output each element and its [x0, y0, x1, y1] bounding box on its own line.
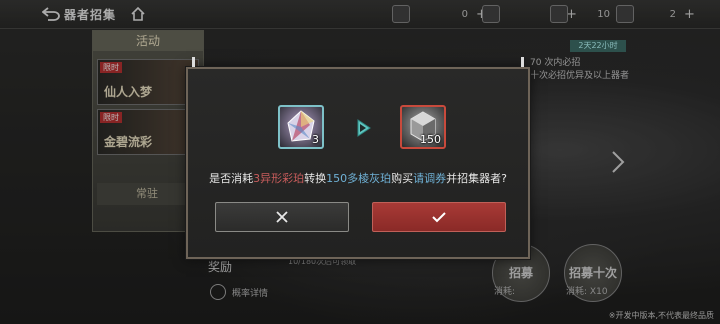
- exchange-message: 是否消耗3异形彩珀转换150多棱灰珀购买请调券并招集器者?: [188, 170, 528, 186]
- msg-source-amount: 3异形彩珀: [253, 172, 305, 185]
- source-count: 3: [312, 133, 319, 146]
- close-icon: [276, 211, 288, 223]
- msg-text: 购买: [391, 172, 414, 185]
- msg-text: 是否消耗: [209, 172, 254, 185]
- source-item: 3: [278, 105, 324, 149]
- dialog-pin: [521, 57, 524, 67]
- msg-target-amount: 150多棱灰珀: [326, 172, 392, 185]
- dialog-pin: [192, 57, 195, 67]
- cancel-button[interactable]: [215, 202, 349, 232]
- target-count: 150: [420, 133, 441, 146]
- msg-text: 并招集器者?: [446, 172, 507, 185]
- check-icon: [432, 212, 446, 223]
- target-item: 150: [400, 105, 446, 149]
- exchange-dialog: 3 150 是否消耗3异形彩珀转换150多棱灰珀购买请调券并招集器者?: [186, 57, 530, 259]
- msg-ticket: 请调券: [413, 172, 447, 185]
- convert-arrow-icon: [357, 119, 371, 137]
- confirm-button[interactable]: [372, 202, 506, 232]
- msg-text: 转换: [304, 172, 327, 185]
